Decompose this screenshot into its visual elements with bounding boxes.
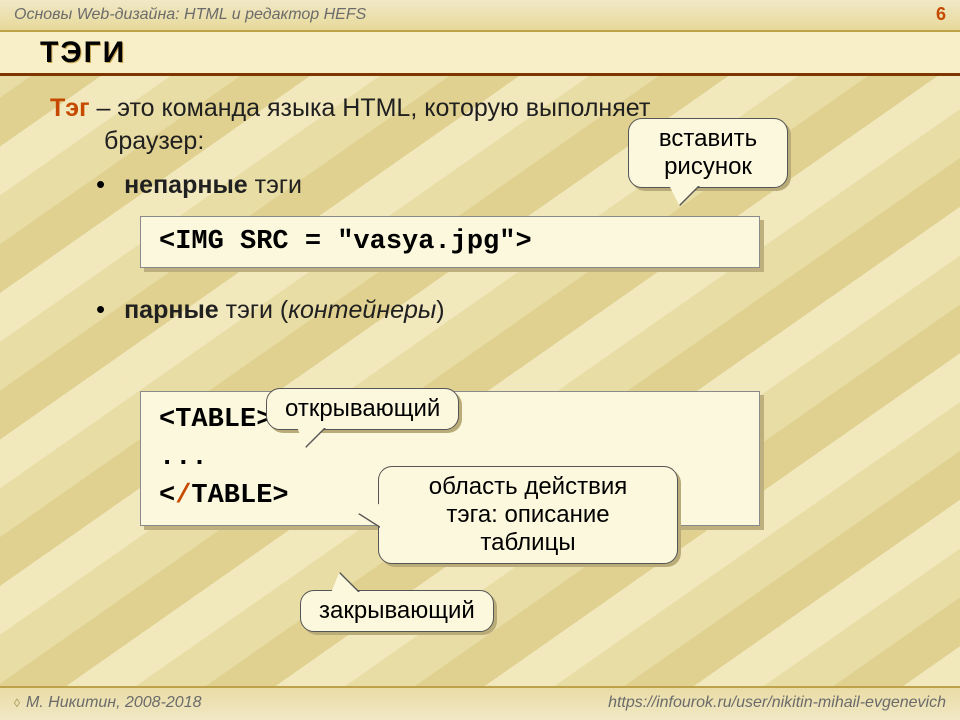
page-title: ТЭГИ [40, 32, 960, 70]
callout-closing-tag: закрывающий [300, 590, 494, 632]
bullet-paired: парные тэги (контейнеры) [96, 294, 930, 325]
footer-author: М. Никитин, 2008-2018 [14, 694, 202, 720]
code-example-img: <IMG SRC = "vasya.jpg"> [140, 216, 760, 268]
intro-highlight: Тэг [50, 94, 90, 122]
callout-opening-tag: открывающий [266, 388, 459, 430]
intro-text: Тэг – это команда языка HTML, которую вы… [50, 92, 930, 157]
breadcrumb: Основы Web-дизайна: HTML и редактор HEFS [14, 6, 366, 23]
slide-footer: М. Никитин, 2008-2018 https://infourok.r… [0, 686, 960, 720]
page-number: 6 [936, 4, 946, 25]
title-bar: ТЭГИ [0, 32, 960, 76]
bullet-unpaired: непарные тэги [96, 169, 930, 200]
footer-url: https://infourok.ru/user/nikitin-mihail-… [608, 694, 946, 720]
slide-header: Основы Web-дизайна: HTML и редактор HEFS… [0, 0, 960, 32]
callout-insert-image: вставить рисунок [628, 118, 788, 188]
callout-tag-scope: область действия тэга: описание таблицы [378, 466, 678, 564]
